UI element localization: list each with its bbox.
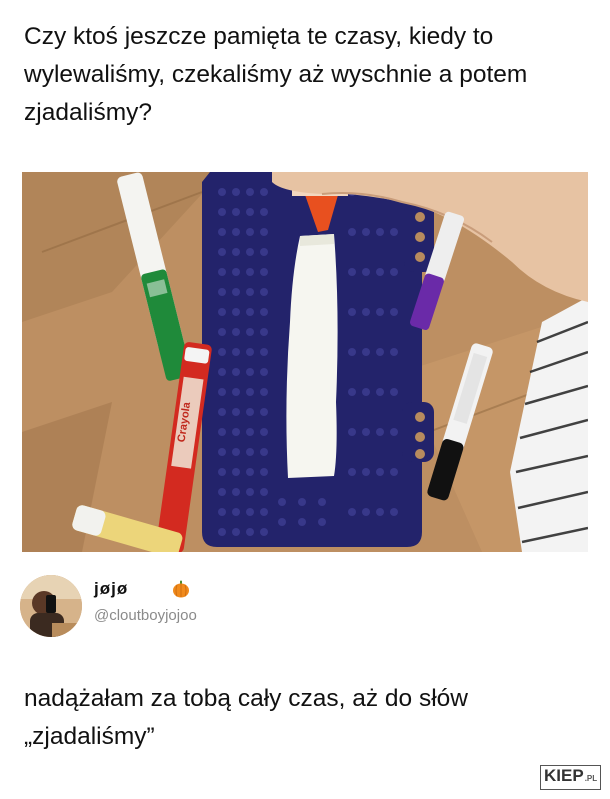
watermark-suffix: .PL bbox=[584, 773, 598, 783]
avatar[interactable] bbox=[20, 575, 82, 637]
author-handle[interactable]: @cloutboyjojoo bbox=[94, 607, 197, 624]
tweet-reply-text: nadążałam za tobą cały czas, aż do słów … bbox=[24, 685, 468, 750]
author-name[interactable]: jøjø bbox=[94, 579, 128, 599]
photo-glue-stencil: Crayola bbox=[22, 172, 588, 552]
watermark-logo: KIEP .PL bbox=[540, 764, 602, 790]
watermark-main: KIEP bbox=[544, 765, 584, 785]
avatar-image bbox=[20, 575, 82, 637]
photo-illustration: Crayola bbox=[22, 172, 588, 552]
pumpkin-icon bbox=[173, 580, 189, 598]
tweet-header: jøjø @cloutboyjojoo bbox=[20, 573, 580, 643]
site-watermark: KIEP .PL bbox=[540, 764, 602, 790]
post-caption: Czy ktoś jeszcze pamięta te czasy, kiedy… bbox=[24, 23, 528, 126]
